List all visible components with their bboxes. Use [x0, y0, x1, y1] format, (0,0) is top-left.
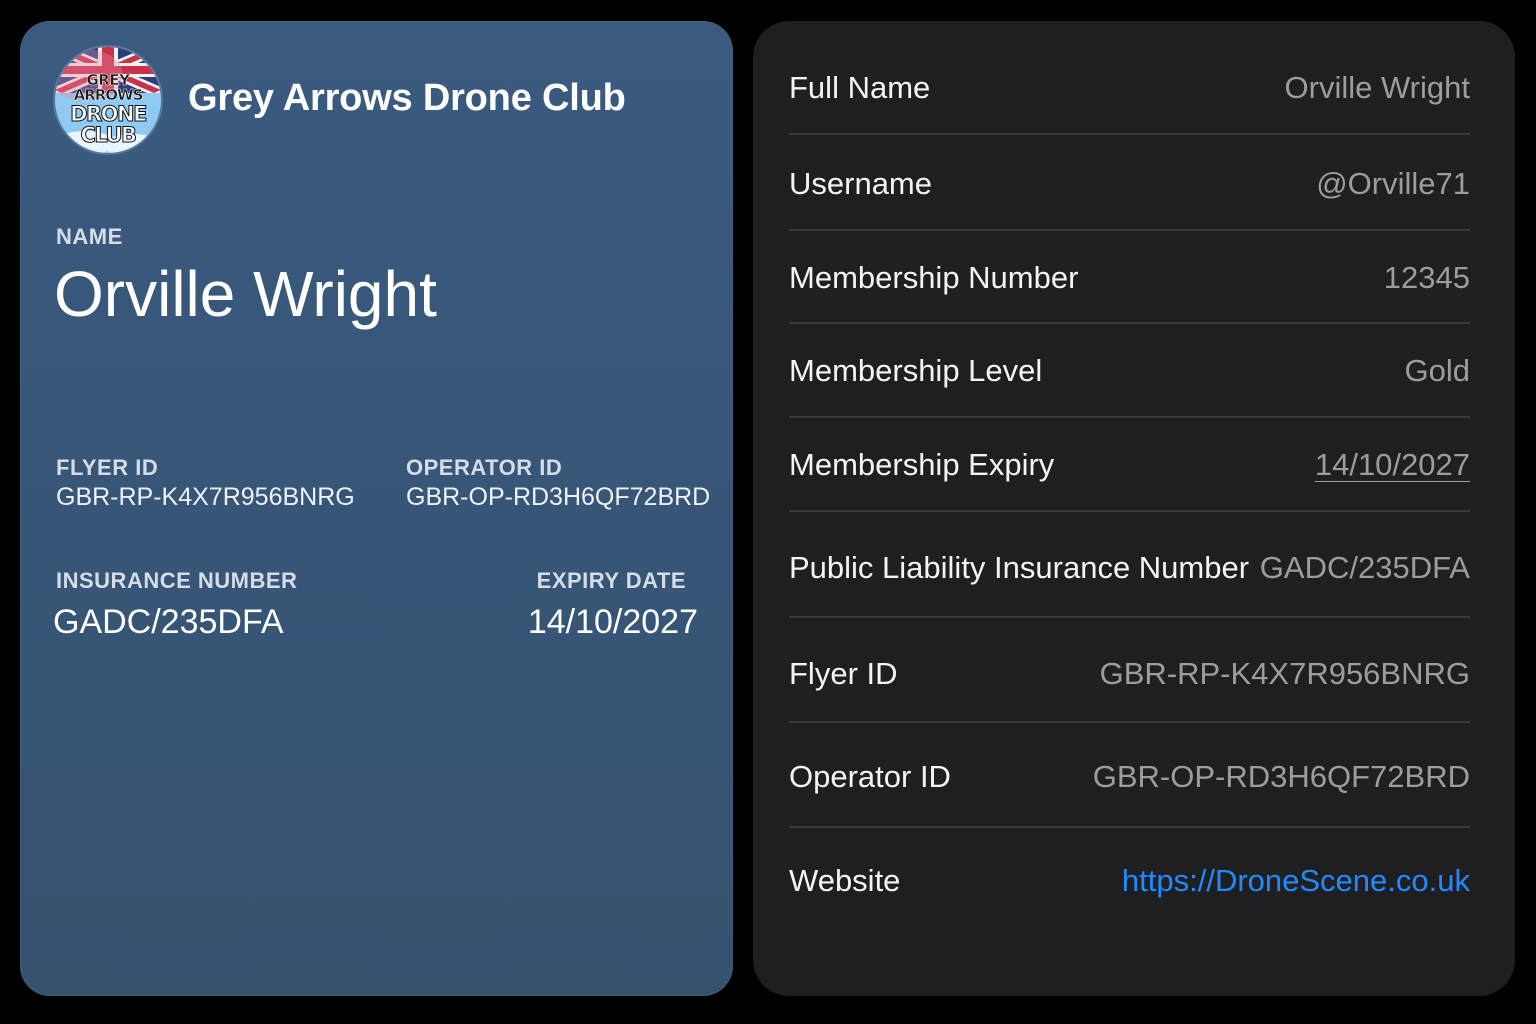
- detail-value: GBR-RP-K4X7R956BNRG: [1099, 656, 1470, 691]
- detail-row-flyer-id: Flyer ID GBR-RP-K4X7R956BNRG: [789, 651, 1470, 697]
- wallet-pass-screen: GREY ARROWS DRONE CLUB Grey Arrows Drone…: [0, 0, 1536, 1024]
- insurance-number-label: INSURANCE NUMBER: [56, 568, 298, 593]
- detail-label: Public Liability Insurance Number: [789, 550, 1250, 585]
- detail-label: Membership Level: [789, 353, 1043, 388]
- pass-details-card: Full Name Orville Wright Username @Orvil…: [753, 21, 1515, 996]
- divider: [789, 826, 1470, 828]
- detail-label: Membership Number: [789, 260, 1079, 295]
- detail-label: Flyer ID: [789, 656, 898, 691]
- detail-row-insurance-number: Public Liability Insurance Number GADC/2…: [789, 545, 1470, 591]
- divider: [789, 616, 1470, 618]
- operator-id-value: GBR-OP-RD3H6QF72BRD: [406, 483, 711, 511]
- insurance-number-value: GADC/235DFA: [53, 603, 284, 641]
- detail-value: GADC/235DFA: [1259, 550, 1470, 585]
- divider: [789, 416, 1470, 418]
- divider: [789, 322, 1470, 324]
- detail-label: Full Name: [789, 70, 931, 105]
- detail-row-username: Username @Orville71: [789, 161, 1470, 207]
- detail-row-operator-id: Operator ID GBR-OP-RD3H6QF72BRD: [789, 754, 1470, 800]
- logo-word-arrows: ARROWS: [73, 86, 143, 104]
- name-label: NAME: [56, 224, 123, 249]
- expiry-date-label: EXPIRY DATE: [536, 568, 686, 593]
- detail-row-membership-expiry: Membership Expiry 14/10/2027: [789, 442, 1470, 488]
- detail-label: Operator ID: [789, 759, 951, 794]
- membership-expiry-date-link[interactable]: 14/10/2027: [1315, 447, 1470, 483]
- detail-label: Username: [789, 166, 932, 201]
- name-value: Orville Wright: [54, 258, 437, 330]
- detail-label: Website: [789, 863, 901, 898]
- club-logo-text: GREY ARROWS DRONE CLUB: [55, 72, 161, 147]
- detail-value: GBR-OP-RD3H6QF72BRD: [1092, 759, 1470, 794]
- divider: [789, 229, 1470, 231]
- detail-value: Orville Wright: [1284, 70, 1470, 105]
- expiry-date-value: 14/10/2027: [527, 603, 698, 641]
- detail-row-membership-level: Membership Level Gold: [789, 348, 1470, 394]
- detail-value: Gold: [1404, 353, 1470, 388]
- divider: [789, 133, 1470, 135]
- flyer-id-label: FLYER ID: [56, 455, 159, 480]
- logo-word-drone: DRONE: [70, 102, 148, 126]
- detail-row-website: Website https://DroneScene.co.uk: [789, 858, 1470, 904]
- operator-id-label: OPERATOR ID: [406, 455, 563, 480]
- website-link[interactable]: https://DroneScene.co.uk: [1122, 863, 1470, 899]
- flyer-id-value: GBR-RP-K4X7R956BNRG: [56, 483, 355, 511]
- logo-word-club: CLUB: [80, 123, 138, 147]
- detail-row-full-name: Full Name Orville Wright: [789, 65, 1470, 111]
- detail-row-membership-number: Membership Number 12345: [789, 255, 1470, 301]
- club-logo: GREY ARROWS DRONE CLUB: [55, 47, 161, 153]
- divider: [789, 721, 1470, 723]
- detail-label: Membership Expiry: [789, 447, 1055, 482]
- detail-value: 12345: [1383, 260, 1470, 295]
- membership-pass-card[interactable]: GREY ARROWS DRONE CLUB Grey Arrows Drone…: [20, 21, 733, 996]
- detail-value: @Orville71: [1316, 166, 1470, 201]
- club-name: Grey Arrows Drone Club: [188, 77, 626, 119]
- divider: [789, 510, 1470, 512]
